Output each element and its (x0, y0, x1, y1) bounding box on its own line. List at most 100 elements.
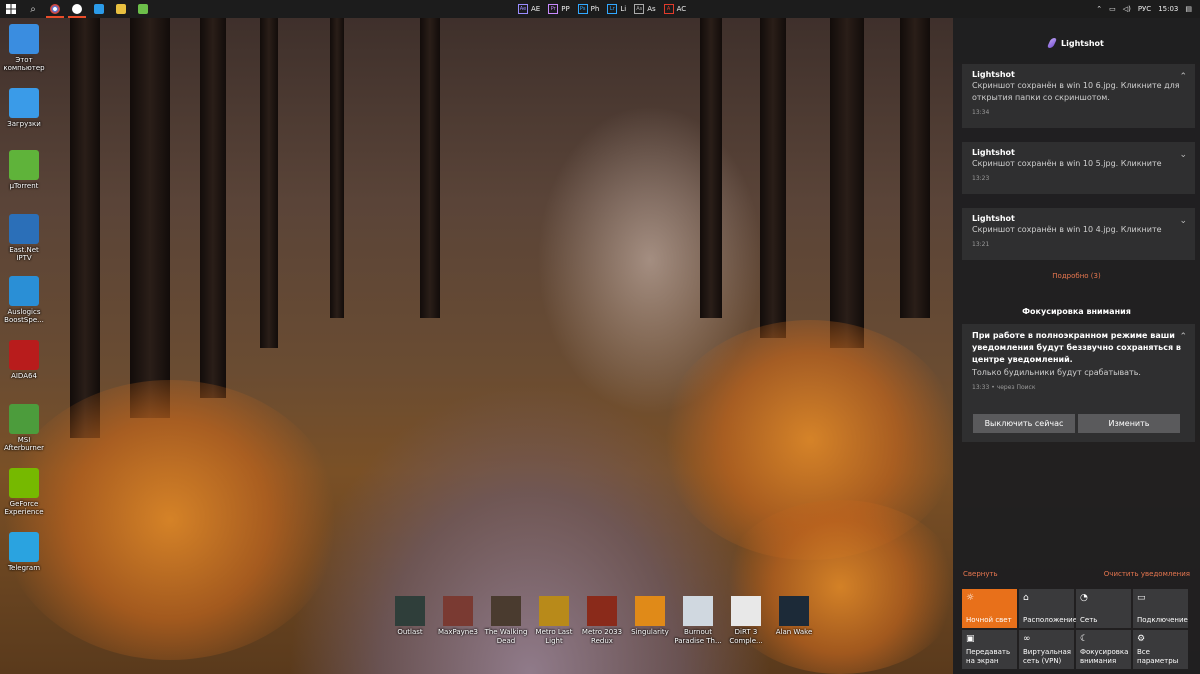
desktop-shortcut[interactable]: µTorrent (2, 150, 46, 190)
chevron-up-icon[interactable]: ⌃ (1179, 332, 1187, 342)
wallpaper-tree (900, 18, 930, 318)
disable-now-button[interactable]: Выключить сейчас (973, 414, 1075, 433)
quick-action-tile[interactable]: ∞ Виртуальная сеть (VPN) (1019, 630, 1074, 669)
wallpaper-tree (130, 18, 170, 418)
game-shortcuts: Outlast MaxPayne3 The Walking Dead Metro La… (386, 596, 818, 646)
desktop-shortcut-label: Telegram (7, 564, 41, 572)
game-shortcut[interactable]: Outlast (386, 596, 434, 646)
game-shortcut[interactable]: Singularity (626, 596, 674, 646)
chevron-up-icon[interactable]: ⌃ (1096, 5, 1102, 13)
quick-action-label: Все параметры (1137, 648, 1179, 665)
chevron-down-icon[interactable]: ⌄ (1179, 150, 1187, 160)
game-shortcut[interactable]: Burnout Paradise Th... (674, 596, 722, 646)
notification-card[interactable]: Lightshot Скриншот сохранён в win 10 5.j… (962, 142, 1195, 194)
game-icon (395, 596, 425, 626)
notifications-icon[interactable]: ▤ (1185, 5, 1192, 13)
change-button[interactable]: Изменить (1078, 414, 1180, 433)
wallpaper-tree (200, 18, 226, 398)
taskbar-app-label: As (647, 5, 656, 13)
taskbar: ⌕ Ae AE Pr PP Ps Ph Lr Li As As A AC ⌃ ▭ ◁) РУС 15:… (0, 0, 1200, 18)
game-shortcut-label: Alan Wake (775, 628, 813, 636)
taskbar-app-as[interactable]: As As (634, 4, 656, 14)
taskbar-notes[interactable] (132, 0, 154, 18)
taskbar-app-li[interactable]: Lr Li (607, 4, 626, 14)
quick-action-tile[interactable]: ▭ Подключение (1133, 589, 1188, 628)
auslogics-icon (9, 276, 39, 306)
network-icon[interactable]: ▭ (1109, 5, 1116, 13)
quick-action-icon: ⌂ (1023, 593, 1029, 603)
quick-action-tile[interactable]: ▣ Передавать на экран (962, 630, 1017, 669)
taskbar-app-ac[interactable]: A AC (663, 4, 686, 14)
desktop-shortcut-label: Auslogics BoostSpe... (4, 308, 44, 324)
wallpaper-tree (830, 18, 864, 348)
notification-card[interactable]: Lightshot Скриншот сохранён в win 10 6.j… (962, 64, 1195, 128)
focus-assist-body: Только будильники будут срабатывать. (972, 368, 1141, 377)
quick-action-tile[interactable]: ⌂ Расположение (1019, 589, 1078, 628)
desktop-shortcut[interactable]: GeForce Experience (2, 468, 46, 516)
afterburner-icon (9, 404, 39, 434)
game-shortcut[interactable]: Metro Last Light (530, 596, 578, 646)
adobe-app-icon: A (663, 4, 674, 14)
notification-title: Lightshot (972, 148, 1015, 157)
desktop-shortcut[interactable]: Auslogics BoostSpe... (2, 276, 46, 324)
taskbar-app-ph[interactable]: Ps Ph (577, 4, 599, 14)
chevron-down-icon[interactable]: ⌄ (1179, 216, 1187, 226)
desktop-shortcut-label: MSI Afterburner (3, 436, 45, 452)
quick-action-tile[interactable]: ⚙ Все параметры (1133, 630, 1188, 669)
collapse-link[interactable]: Свернуть (963, 570, 998, 578)
desktop-shortcut-label: µTorrent (9, 182, 39, 190)
game-shortcut[interactable]: MaxPayne3 (434, 596, 482, 646)
quick-action-tile[interactable]: ☼ Ночной свет (962, 589, 1017, 628)
adobe-app-icon: Ae (518, 4, 528, 14)
shield-icon (94, 4, 104, 14)
game-shortcut-label: MaxPayne3 (437, 628, 478, 636)
taskbar-app-pp[interactable]: Pr PP (548, 4, 570, 14)
search-button[interactable]: ⌕ (22, 0, 44, 18)
taskbar-shield[interactable] (88, 0, 110, 18)
taskbar-explorer[interactable] (110, 0, 132, 18)
desktop-shortcut[interactable]: East.Net IPTV (2, 214, 46, 262)
taskbar-app-ae[interactable]: Ae AE (518, 4, 540, 14)
taskbar-chrome[interactable] (44, 0, 66, 18)
active-indicator (68, 16, 86, 18)
quick-action-icon: ▣ (966, 634, 975, 644)
focus-assist-meta: 13:33 • через Поиск (972, 384, 1036, 391)
desktop-shortcut[interactable]: Telegram (2, 532, 46, 572)
notification-body: Скриншот сохранён в win 10 6.jpg. Кликни… (972, 81, 1180, 102)
yandex-browser-icon (72, 4, 82, 14)
game-shortcut-label: Metro Last Light (535, 628, 573, 645)
clear-notifications-link[interactable]: Очистить уведомления (1104, 570, 1190, 578)
desktop-shortcut[interactable]: MSI Afterburner (2, 404, 46, 452)
wallpaper-leaves (720, 500, 960, 674)
desktop-shortcut[interactable]: AIDA64 (2, 340, 46, 380)
quick-action-tile[interactable]: ☾ Фокусировка внимания (1076, 630, 1131, 669)
geforce-icon (9, 468, 39, 498)
more-notifications-link[interactable]: Подробно (3) (953, 272, 1200, 280)
game-shortcut[interactable]: The Walking Dead (482, 596, 530, 646)
language-indicator[interactable]: РУС (1138, 5, 1151, 13)
clock[interactable]: 15:03 (1158, 5, 1178, 13)
desktop-shortcut[interactable]: Загрузки (2, 88, 46, 128)
system-tray: ⌃ ▭ ◁) РУС 15:03 ▤ (1096, 0, 1192, 18)
game-icon (491, 596, 521, 626)
notification-card[interactable]: Lightshot Скриншот сохранён в win 10 4.j… (962, 208, 1195, 260)
telegram-icon (9, 532, 39, 562)
taskbar-app-label: AE (531, 5, 541, 13)
desktop-shortcut[interactable]: Этот компьютер (2, 24, 46, 72)
taskbar-yandex[interactable] (66, 0, 88, 18)
game-shortcut[interactable]: Alan Wake (770, 596, 818, 646)
computer-icon (9, 24, 39, 54)
game-icon (635, 596, 665, 626)
quick-action-icon: ⚙ (1137, 634, 1146, 644)
folder-icon (116, 4, 126, 14)
quick-action-label: Расположение (1023, 616, 1078, 624)
quick-action-tile[interactable]: ◔ Сеть (1076, 589, 1131, 628)
notification-time: 13:23 (972, 175, 990, 182)
chevron-up-icon[interactable]: ⌃ (1179, 72, 1187, 82)
start-button[interactable] (0, 0, 22, 18)
game-shortcut-label: DiRT 3 Comple... (729, 628, 763, 645)
game-shortcut[interactable]: DiRT 3 Comple... (722, 596, 770, 646)
game-shortcut-label: Burnout Paradise Th... (674, 628, 722, 645)
game-shortcut[interactable]: Metro 2033 Redux (578, 596, 626, 646)
volume-icon[interactable]: ◁) (1123, 5, 1131, 13)
